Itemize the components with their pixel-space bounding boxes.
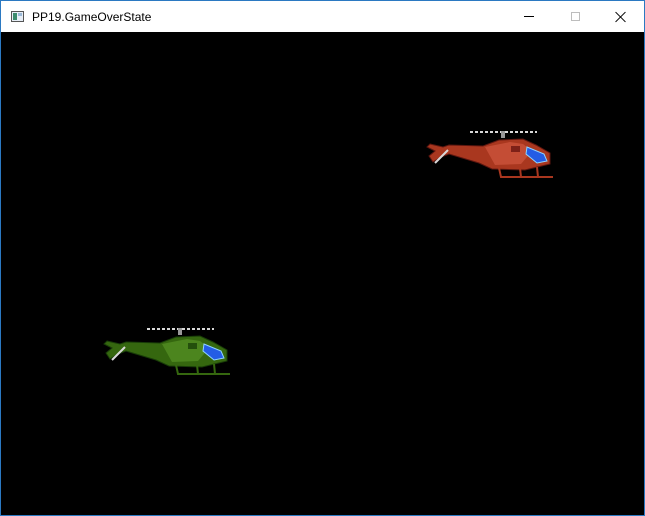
- close-button[interactable]: [598, 1, 644, 32]
- enemy-helicopter: [425, 129, 555, 184]
- player-helicopter: [102, 326, 232, 381]
- game-window: PP19.GameOverState: [0, 0, 645, 516]
- window-app-icon: [11, 11, 24, 22]
- game-canvas[interactable]: [1, 32, 644, 515]
- maximize-icon: [570, 12, 580, 21]
- close-icon: [615, 11, 627, 23]
- window-title: PP19.GameOverState: [32, 10, 152, 24]
- player-helicopter-rotor: [147, 328, 214, 335]
- enemy-helicopter-rotor: [470, 131, 537, 138]
- maximize-button[interactable]: [552, 1, 598, 32]
- minimize-icon: [524, 16, 534, 17]
- title-bar[interactable]: PP19.GameOverState: [1, 1, 644, 32]
- minimize-button[interactable]: [506, 1, 552, 32]
